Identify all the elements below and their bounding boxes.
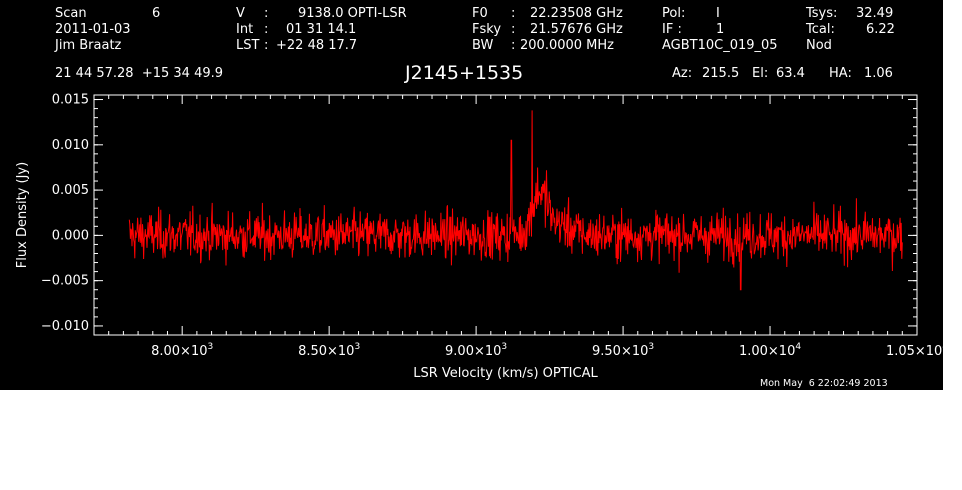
y-tick-label: 0.010 <box>52 138 89 153</box>
timestamp: Mon May 6 22:02:49 2013 <box>760 378 888 389</box>
tick-group <box>94 95 918 335</box>
x-tick-label: 9.50×103 <box>592 342 654 359</box>
y-tick-label: −0.005 <box>41 274 89 289</box>
x-tick-label: 1.00×104 <box>739 342 801 359</box>
x-axis-label: LSR Velocity (km/s) OPTICAL <box>413 366 598 381</box>
y-tick-label: −0.010 <box>41 319 89 334</box>
x-tick-label: 8.00×103 <box>151 342 213 359</box>
series-group <box>128 110 903 291</box>
y-tick-label: 0.005 <box>52 183 89 198</box>
plot-frame <box>93 94 918 336</box>
spectrum-chart: −0.010 −0.005 0.000 0.005 0.010 0.015 8.00×103… <box>15 93 943 381</box>
y-axis-label: Flux Density (Jy) <box>15 162 30 268</box>
x-tick-label: 9.00×103 <box>445 342 507 359</box>
x-tick-label: 1.05×104 <box>886 342 943 359</box>
x-tick-label: 8.50×103 <box>298 342 360 359</box>
y-tick-label: 0.015 <box>52 93 89 108</box>
y-tick-label: 0.000 <box>52 228 89 243</box>
spectrum-line <box>128 110 903 291</box>
